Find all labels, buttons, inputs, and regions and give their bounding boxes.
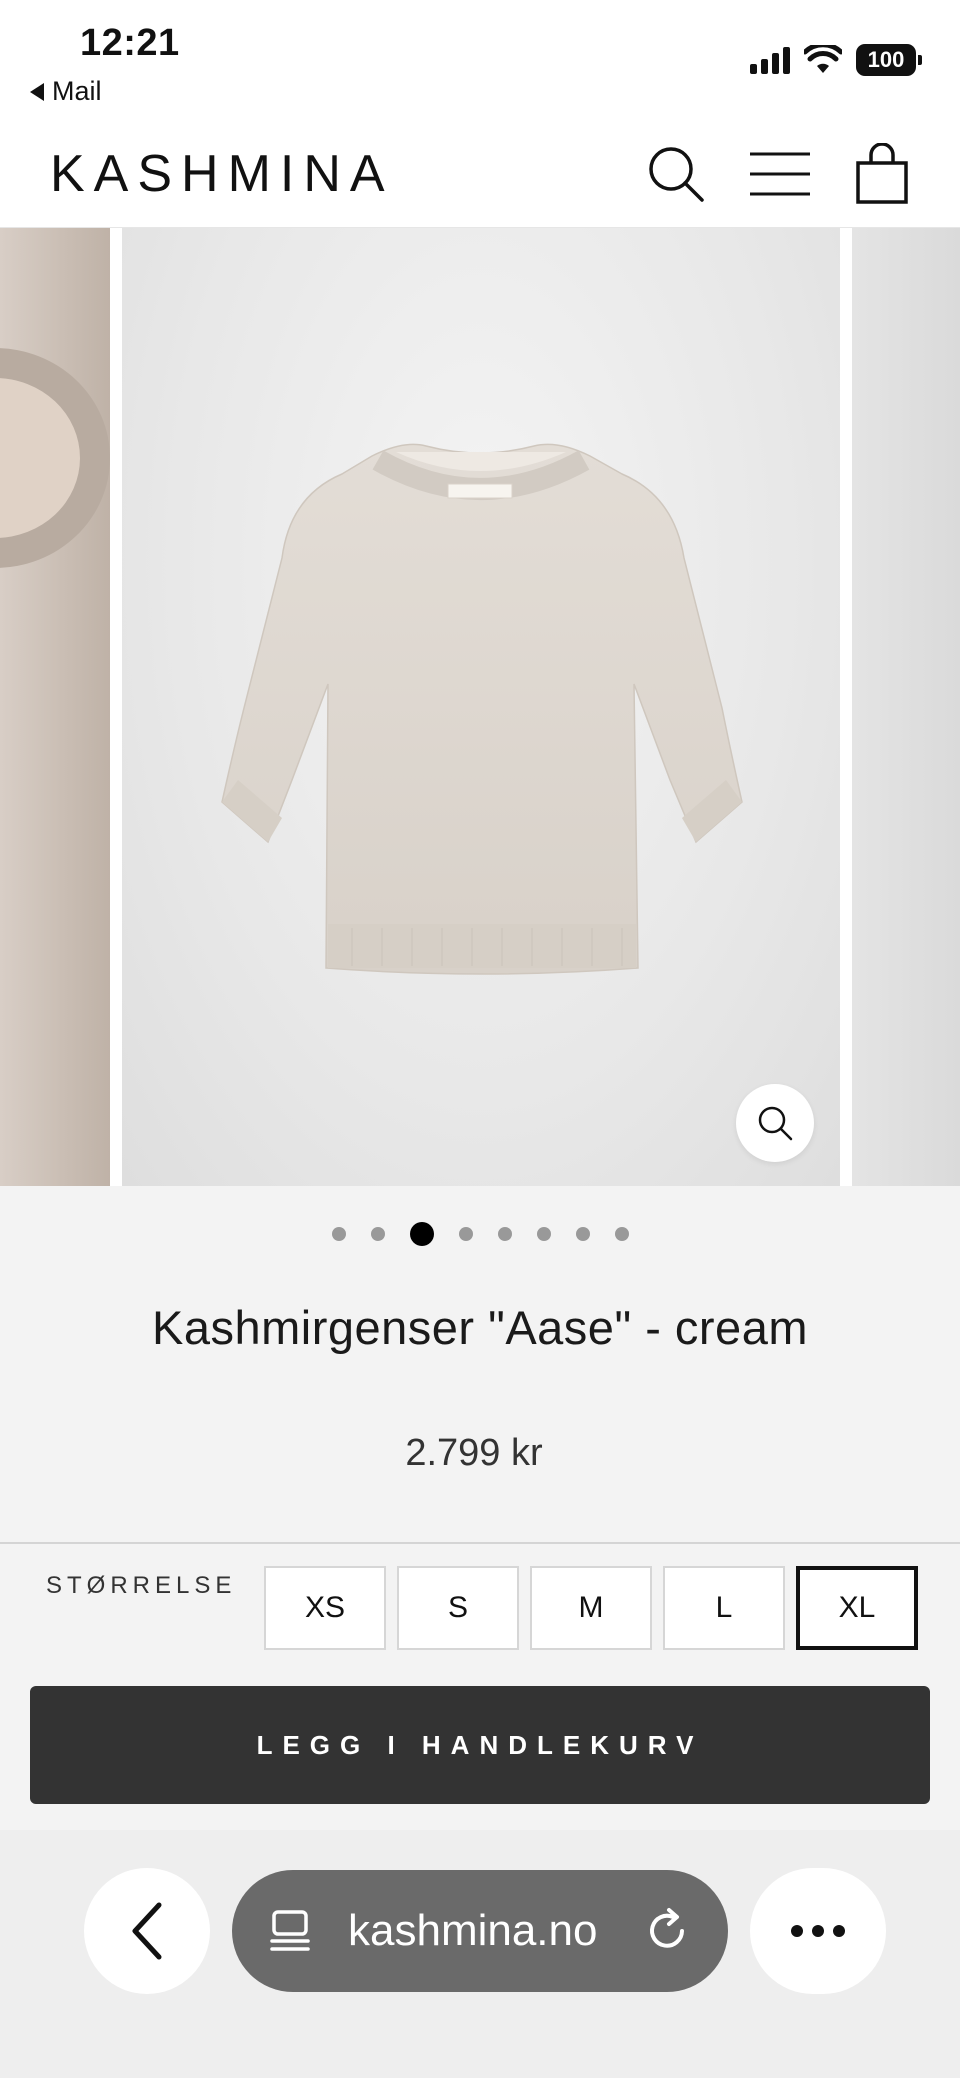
- gallery-dot-5[interactable]: [497, 1227, 512, 1241]
- back-to-mail-link[interactable]: Mail: [30, 76, 102, 107]
- site-logo[interactable]: KASHMINA: [50, 144, 394, 204]
- size-option-l[interactable]: L: [663, 1566, 785, 1650]
- address-bar[interactable]: kashmina.no: [232, 1870, 728, 1992]
- site-header: KASHMINA: [0, 120, 960, 228]
- status-icons: 100: [750, 44, 922, 76]
- browser-toolbar: kashmina.no: [0, 1830, 960, 2078]
- url-text: kashmina.no: [348, 1906, 598, 1955]
- menu-icon[interactable]: [744, 138, 816, 210]
- zoom-image-button[interactable]: [736, 1084, 814, 1162]
- size-option-xs[interactable]: XS: [264, 1566, 386, 1650]
- size-selector: XS S M L XL: [264, 1566, 918, 1650]
- gallery-dot-4[interactable]: [458, 1227, 473, 1241]
- cellular-signal-icon: [750, 46, 790, 74]
- reload-icon[interactable]: [642, 1906, 692, 1956]
- sweater-image: [221, 443, 743, 975]
- divider: [0, 1542, 960, 1544]
- search-icon[interactable]: [640, 138, 712, 210]
- gallery-dot-8[interactable]: [614, 1227, 629, 1241]
- gallery-pagination: [0, 1222, 960, 1246]
- gallery-dot-7[interactable]: [575, 1227, 590, 1241]
- size-option-m[interactable]: M: [530, 1566, 652, 1650]
- back-app-label: Mail: [52, 76, 102, 106]
- next-product-image[interactable]: [852, 228, 960, 1186]
- tabs-icon[interactable]: [268, 1908, 314, 1954]
- previous-product-image[interactable]: [0, 228, 110, 1186]
- status-time: 12:21: [80, 22, 180, 64]
- back-chevron-icon: [132, 1902, 162, 1960]
- battery-level: 100: [867, 47, 905, 72]
- product-price: 2.799 kr: [405, 1432, 543, 1474]
- gallery-dot-2[interactable]: [370, 1227, 385, 1241]
- size-option-xl[interactable]: XL: [796, 1566, 918, 1650]
- gallery-dot-3-active[interactable]: [409, 1222, 434, 1246]
- size-label: STØRRELSE: [46, 1572, 237, 1599]
- product-image[interactable]: [122, 228, 840, 1186]
- more-dot-icon: [812, 1925, 824, 1937]
- product-title: Kashmirgenser "Aase" - cream: [152, 1301, 808, 1354]
- size-option-s[interactable]: S: [397, 1566, 519, 1650]
- more-dot-icon: [833, 1925, 845, 1937]
- product-image-gallery[interactable]: [0, 228, 960, 1186]
- status-bar: 12:21 Mail 100: [0, 0, 960, 120]
- shopping-bag-icon[interactable]: [846, 138, 918, 210]
- browser-back-button[interactable]: [84, 1868, 210, 1994]
- search-icon: [758, 1106, 793, 1141]
- gallery-dot-1[interactable]: [331, 1227, 346, 1241]
- back-triangle-icon: [30, 82, 44, 101]
- wifi-icon: [804, 45, 842, 73]
- gallery-dot-6[interactable]: [536, 1227, 551, 1241]
- add-to-cart-button[interactable]: LEGG I HANDLEKURV: [30, 1686, 930, 1804]
- more-dot-icon: [791, 1925, 803, 1937]
- more-options-button[interactable]: [750, 1868, 886, 1994]
- battery-icon: 100: [856, 44, 922, 76]
